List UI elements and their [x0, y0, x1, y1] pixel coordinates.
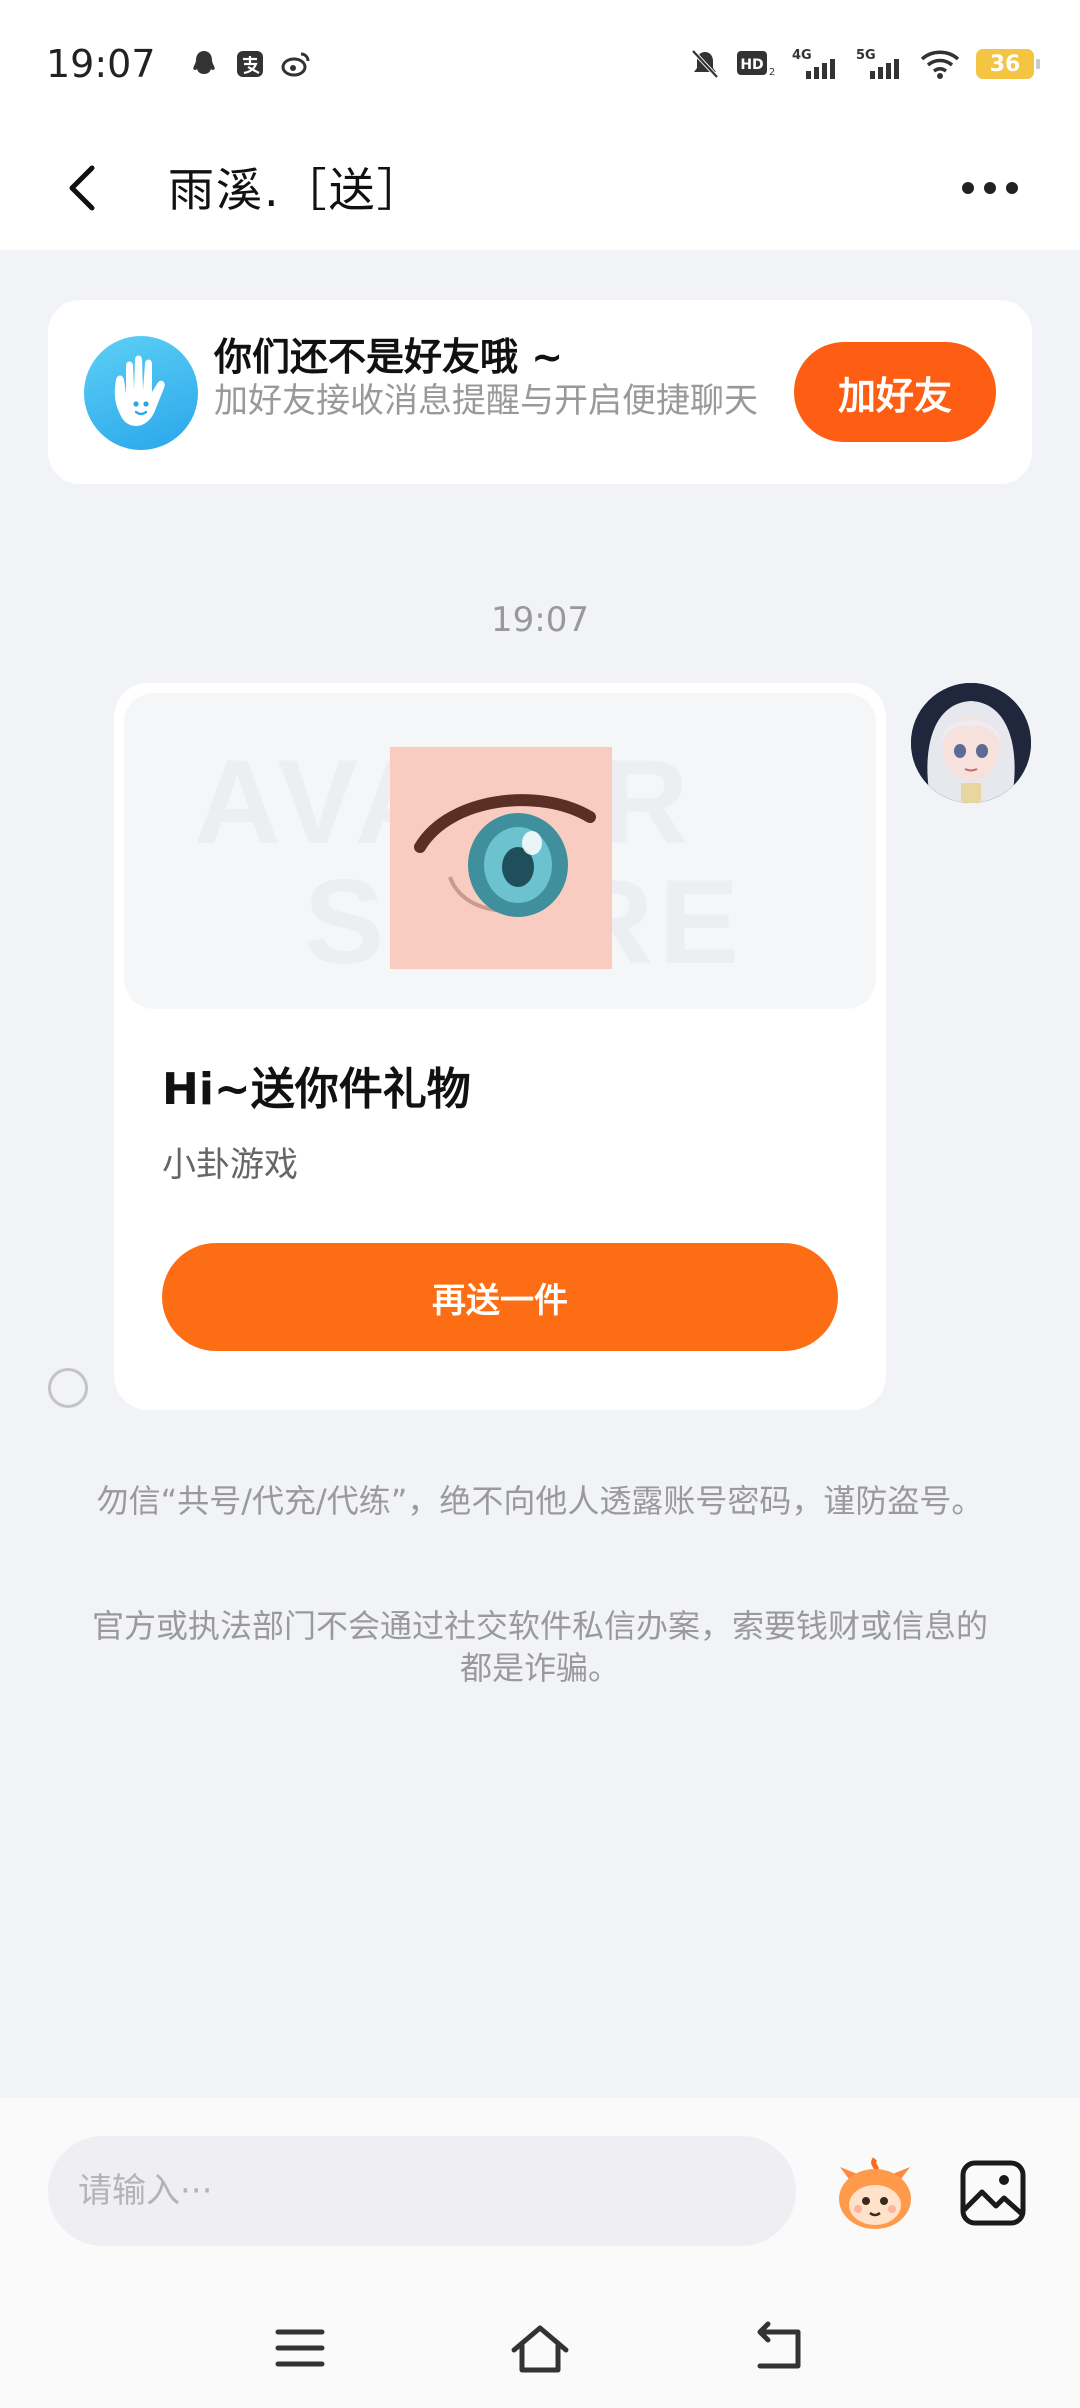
image-icon[interactable] — [958, 2158, 1028, 2228]
back-nav-icon[interactable] — [740, 2318, 820, 2378]
home-icon[interactable] — [500, 2318, 580, 2378]
gift-subtitle: 小卦游戏 — [162, 1145, 298, 1185]
weibo-icon — [281, 52, 310, 77]
friend-prompt-title: 你们还不是好友哦 ~ — [214, 335, 564, 379]
hd-icon: HD 2 — [737, 51, 775, 78]
chevron-left-icon[interactable] — [56, 158, 116, 218]
mute-bell-icon — [691, 49, 719, 79]
qq-icon — [192, 51, 215, 74]
svg-text:2: 2 — [769, 67, 775, 78]
status-time: 19:07 — [46, 42, 156, 86]
chat-header: 雨溪.［送］ — [0, 128, 1080, 250]
status-bar: 19:07 HD 2 4G 5G 36 — [0, 0, 1080, 128]
battery-level: 36 — [989, 51, 1021, 77]
send-another-button[interactable]: 再送一件 — [162, 1243, 838, 1351]
page-title: 雨溪.［送］ — [168, 163, 425, 217]
wifi-icon — [920, 50, 960, 79]
message-timestamp: 19:07 — [491, 600, 589, 640]
friend-prompt-subtitle: 加好友接收消息提醒与开启便捷聊天 — [214, 381, 758, 421]
menu-icon[interactable] — [260, 2318, 340, 2378]
add-friend-prompt: 你们还不是好友哦 ~ 加好友接收消息提醒与开启便捷聊天 加好友 — [48, 300, 1032, 484]
signal-5g-icon: 5G — [856, 48, 899, 79]
hd-label: HD — [740, 57, 763, 73]
waving-hand-icon — [84, 336, 198, 450]
message-input[interactable] — [48, 2136, 796, 2246]
gift-image: AVATAR STORE — [124, 693, 876, 1009]
4g-label: 4G — [792, 48, 812, 63]
gift-title: Hi~送你件礼物 — [162, 1064, 471, 1115]
battery-indicator: 36 — [976, 49, 1040, 79]
5g-label: 5G — [856, 48, 876, 63]
mascot-sticker-icon[interactable] — [830, 2153, 920, 2233]
gift-message-card[interactable]: AVATAR STORE Hi~送你件礼物 小卦游戏 再送一件 — [114, 683, 886, 1410]
fraud-notice: 官方或执法部门不会通过社交软件私信办案，索要钱财或信息的都是诈骗。 — [91, 1607, 988, 1687]
anime-eye-image — [390, 747, 612, 969]
composer-bar — [0, 2098, 1080, 2408]
security-notice: 勿信“共号/代充/代练”，绝不向他人透露账号密码，谨防盗号。 — [96, 1482, 984, 1520]
add-friend-button[interactable]: 加好友 — [794, 342, 996, 442]
signal-4g-icon: 4G — [792, 48, 835, 79]
select-message-radio[interactable] — [48, 1368, 88, 1408]
alipay-icon — [236, 51, 263, 77]
status-right: HD 2 4G 5G 36 — [690, 47, 1040, 81]
avatar[interactable] — [911, 683, 1031, 803]
more-dots-icon[interactable] — [950, 160, 1030, 216]
